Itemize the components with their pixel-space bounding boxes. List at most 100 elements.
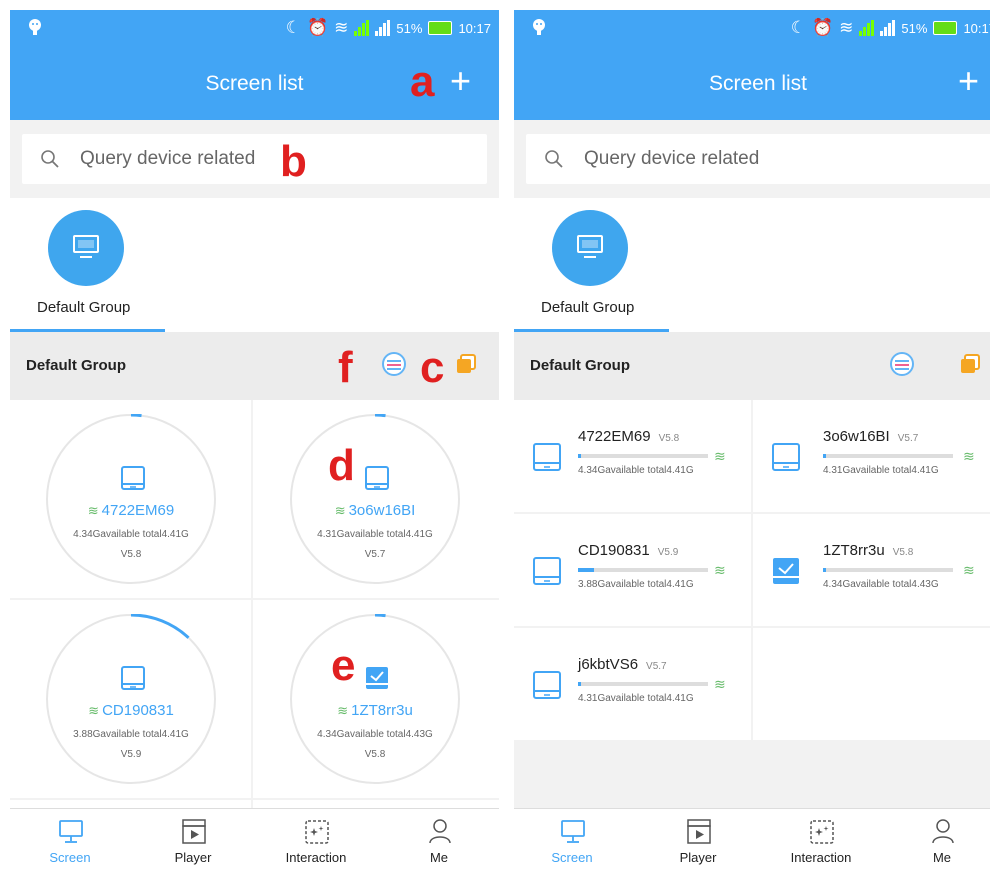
search-input[interactable]: Query device related — [526, 134, 990, 184]
wifi-icon: ≋ — [839, 18, 854, 37]
device-storage: 4.34Gavailable total4.43G — [317, 729, 433, 740]
add-device-button[interactable]: + — [958, 63, 979, 99]
device-cell[interactable]: ≋ CD190831 3.88Gavailable total4.41G V5.9 — [10, 600, 251, 798]
annotation-c: c — [420, 343, 445, 392]
storage-bar-fill — [578, 682, 581, 686]
group-section-title: Default Group — [530, 357, 630, 374]
search-placeholder: Query device related — [80, 148, 256, 169]
device-selected-icon — [366, 667, 388, 689]
device-list-item[interactable]: 4722EM69 V5.8 4.34Gavailable total4.41G ≋ — [514, 400, 751, 512]
tab-screen[interactable]: Screen — [20, 809, 120, 875]
device-version: V5.8 — [364, 749, 386, 760]
tab-screen[interactable]: Screen — [522, 809, 622, 875]
tab-player[interactable]: Player — [648, 809, 748, 875]
moon-icon: ☾ — [285, 18, 301, 37]
grid-view-toggle[interactable] — [456, 354, 476, 374]
device-name: CD190831 — [102, 702, 174, 719]
storage-arc — [374, 614, 386, 618]
list-view-toggle[interactable] — [890, 352, 914, 376]
tab-me[interactable]: Me — [389, 809, 489, 875]
list-view-toggle[interactable] — [382, 352, 406, 376]
search-icon — [545, 150, 563, 168]
clock: 10:17 — [458, 20, 491, 36]
add-device-button[interactable]: + — [450, 63, 471, 99]
wifi-icon: ≋ — [714, 562, 726, 578]
wifi-icon: ≋ — [87, 503, 99, 518]
monitor-icon — [59, 820, 83, 843]
search-bar: Query device related b — [10, 120, 499, 198]
storage-ring: ≋ 1ZT8rr3u 4.34Gavailable total4.43G V5.8 — [290, 614, 460, 784]
storage-bar — [823, 454, 953, 458]
tab-label: Me — [932, 850, 952, 865]
monitor-icon — [577, 235, 603, 258]
device-icon — [533, 671, 561, 699]
device-name: CD190831 — [578, 542, 650, 559]
device-version: V5.9 — [120, 749, 142, 760]
tab-label: Screen — [49, 850, 91, 865]
wifi-icon: ≋ — [337, 703, 349, 718]
grid-view-toggle[interactable] — [960, 354, 980, 374]
device-icon — [121, 666, 145, 690]
device-list-item[interactable]: j6kbtVS6 V5.7 4.31Gavailable total4.41G ≋ — [514, 628, 751, 740]
device-name: 4722EM69 — [101, 502, 175, 519]
device-version: V5.7 — [897, 433, 919, 444]
group-section-header: Default Group — [514, 332, 990, 400]
battery-percent: 51% — [396, 20, 423, 36]
device-cell[interactable]: ≋ 3o6w16BI 4.31Gavailable total4.41G V5.7… — [253, 400, 499, 598]
bottom-tab-bar: Screen Player Interaction Me — [10, 808, 499, 875]
search-bar: Query device related — [514, 120, 990, 198]
device-cell[interactable]: ≋ 1ZT8rr3u 4.34Gavailable total4.43G V5.8… — [253, 600, 499, 798]
device-storage: 3.88Gavailable total4.41G — [73, 729, 189, 740]
device-icon — [772, 443, 800, 471]
group-tab-label: Default Group — [37, 299, 131, 316]
device-list-item[interactable]: CD190831 V5.9 3.88Gavailable total4.41G ≋ — [514, 514, 751, 626]
tab-me[interactable]: Me — [892, 809, 990, 875]
device-name: 4722EM69 — [578, 428, 651, 445]
device-icon — [533, 443, 561, 471]
storage-bar — [578, 682, 708, 686]
device-name: 1ZT8rr3u — [351, 702, 413, 719]
clapperboard-icon — [687, 819, 711, 844]
status-bar: ☾ ⏰ ≋ 51% 10:17 — [514, 10, 990, 48]
monitor-icon — [561, 820, 585, 843]
device-storage: 4.34Gavailable total4.43G — [823, 579, 939, 590]
signal-4g-icon — [880, 20, 896, 36]
annotation-b: b — [280, 137, 307, 186]
sparkle-icon — [305, 820, 329, 844]
group-tab-default[interactable] — [552, 210, 628, 286]
device-storage: 3.88Gavailable total4.41G — [578, 579, 694, 590]
device-storage: 4.31Gavailable total4.41G — [317, 529, 433, 540]
tab-label: Screen — [551, 850, 593, 865]
annotation-d: d — [328, 441, 355, 490]
sparkle-icon — [810, 820, 834, 844]
group-tab-default[interactable] — [48, 210, 124, 286]
device-version: V5.7 — [364, 549, 386, 560]
device-selected-icon — [773, 558, 799, 584]
search-icon — [41, 150, 59, 168]
device-list-item[interactable]: 3o6w16BI V5.7 4.31Gavailable total4.41G ≋ — [753, 400, 990, 512]
tab-interaction[interactable]: Interaction — [266, 809, 366, 875]
person-icon — [429, 819, 451, 844]
phone-screen-list-view: ☾ ⏰ ≋ 51% 10:17 Screen list + Query devi… — [514, 10, 990, 875]
search-input[interactable]: Query device related — [22, 134, 487, 184]
annotation-a: a — [410, 57, 435, 106]
tab-interaction[interactable]: Interaction — [771, 809, 871, 875]
tab-label: Player — [679, 850, 717, 865]
device-list-item[interactable]: 1ZT8rr3u V5.8 4.34Gavailable total4.43G ≋ — [753, 514, 990, 626]
signal-4g-icon — [375, 20, 391, 36]
empty-list-slot — [753, 628, 990, 740]
device-cell[interactable]: ≋ 4722EM69 4.34Gavailable total4.41G V5.8 — [10, 400, 251, 598]
storage-arc — [130, 614, 190, 639]
wifi-icon: ≋ — [714, 448, 726, 464]
clapperboard-icon — [182, 819, 206, 844]
battery-icon — [428, 21, 453, 35]
annotation-f: f — [338, 343, 353, 392]
person-icon — [932, 819, 954, 844]
tab-player[interactable]: Player — [143, 809, 243, 875]
annotation-e: e — [331, 641, 356, 690]
storage-bar — [578, 454, 708, 458]
device-name: 1ZT8rr3u — [823, 542, 885, 559]
storage-bar-fill — [823, 454, 826, 458]
app-header: Screen list + — [514, 48, 990, 120]
device-version: V5.8 — [120, 549, 142, 560]
